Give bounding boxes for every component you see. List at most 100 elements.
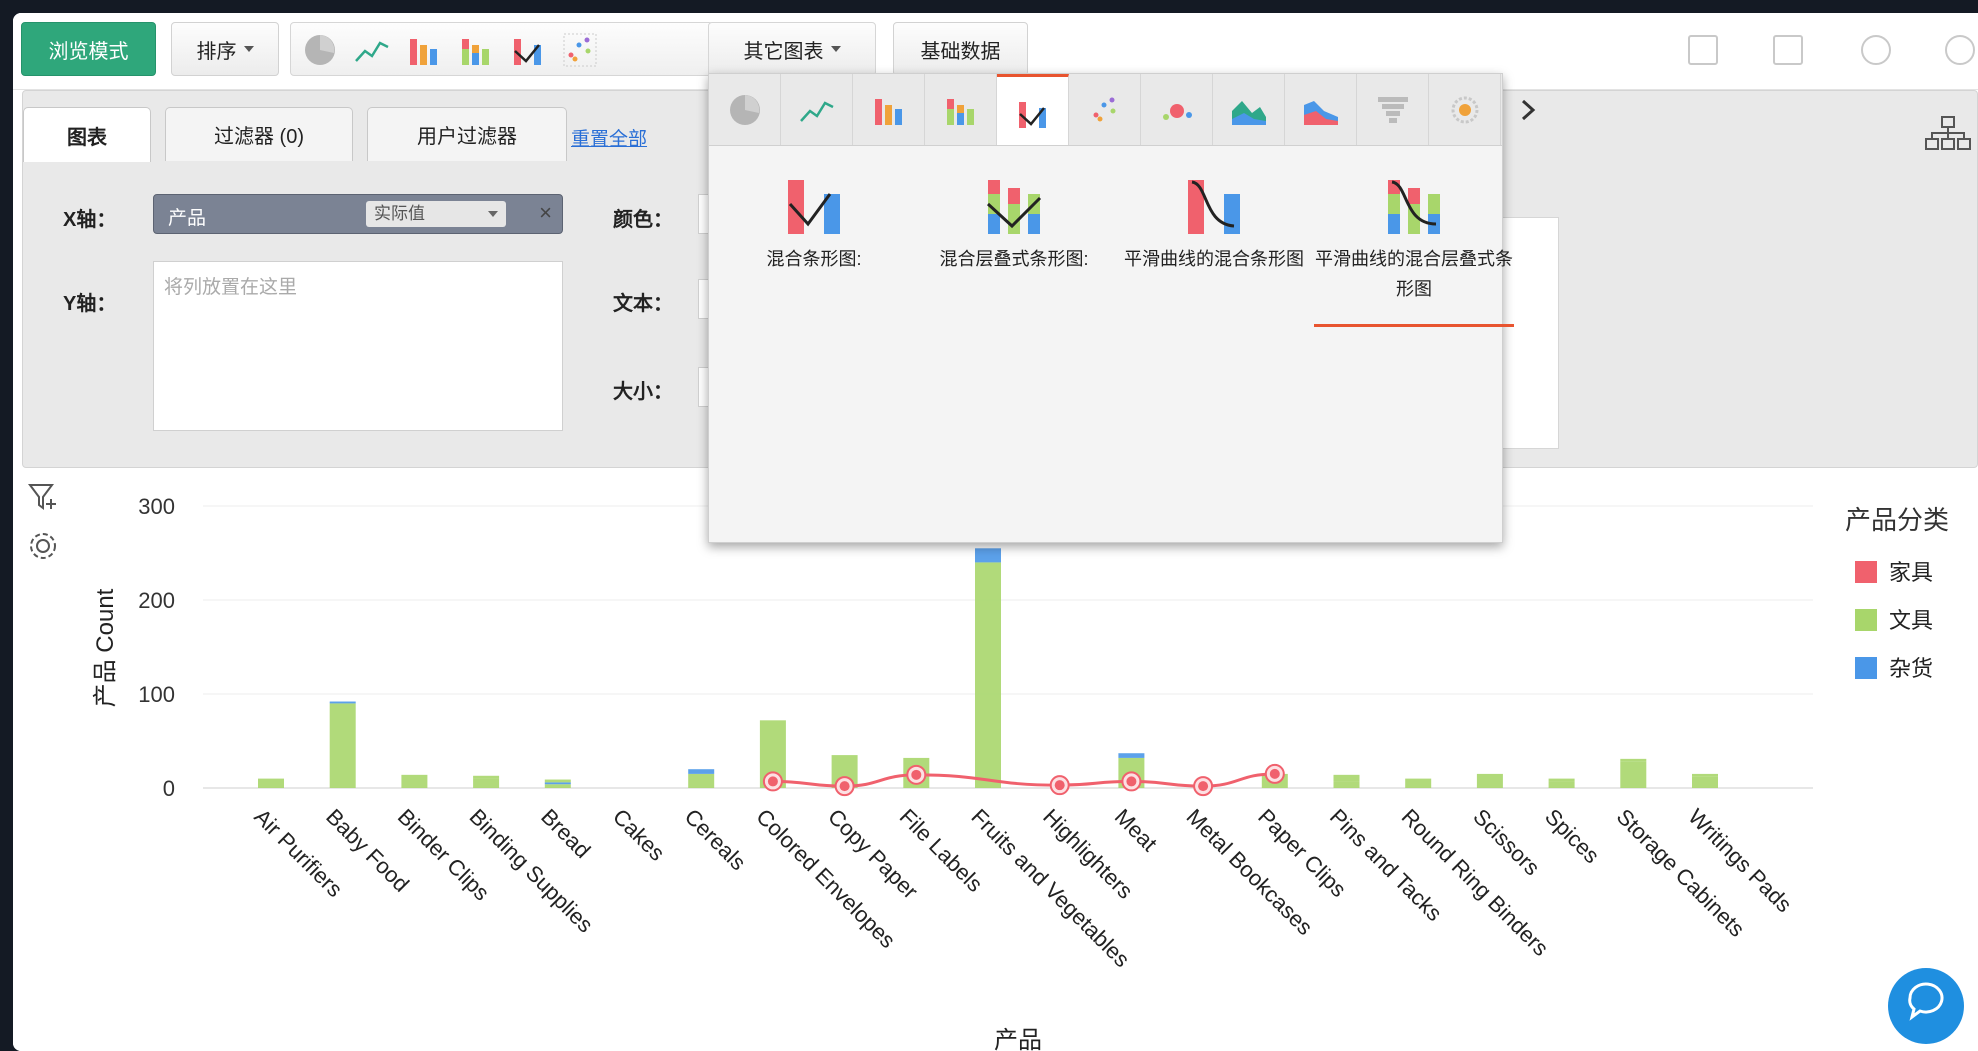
line-point <box>767 776 778 787</box>
hierarchy-icon[interactable] <box>1923 113 1973 153</box>
x-tick-label: Cereals <box>680 804 751 875</box>
tab-filters[interactable]: 过滤器 (0) <box>165 107 353 161</box>
color-label: 颜色： <box>613 209 673 231</box>
chevron-right-icon <box>1521 99 1536 121</box>
bar <box>975 548 1001 563</box>
tab-bar-chart[interactable] <box>853 74 925 145</box>
tab-bubble-chart[interactable] <box>1141 74 1213 145</box>
bar <box>1620 758 1647 762</box>
reset-all-link[interactable]: 重置全部 <box>571 124 647 151</box>
chart-option-label: 混合层叠式条形图: <box>939 249 1089 269</box>
settings-icon[interactable] <box>1945 35 1975 65</box>
browse-mode-button[interactable]: 浏览模式 <box>21 22 156 76</box>
tab-area-chart[interactable] <box>1213 74 1285 145</box>
share-icon[interactable] <box>1861 35 1891 65</box>
chart-option-mixed-bar[interactable]: 混合条形图: <box>714 174 914 324</box>
tab-funnel-chart[interactable] <box>1357 74 1429 145</box>
bar <box>473 775 500 779</box>
close-icon[interactable]: × <box>539 200 552 226</box>
bar <box>1620 761 1647 788</box>
legend-item-stationery[interactable]: 文具 <box>1855 603 1933 635</box>
chevron-down-icon <box>830 46 841 52</box>
bar <box>1692 776 1718 788</box>
bar <box>473 778 500 788</box>
legend-label: 文具 <box>1889 608 1934 633</box>
text-label: 文本： <box>613 293 673 315</box>
bar <box>688 769 715 774</box>
chat-help-button[interactable] <box>1888 968 1964 1044</box>
stacked-bar-chart-icon <box>947 99 974 125</box>
legend-swatch <box>1855 657 1877 679</box>
bar <box>1118 753 1145 758</box>
chart-option-label: 平滑曲线的混合层叠式条形图 <box>1315 249 1513 299</box>
mixed-bar-chart-icon <box>788 180 840 234</box>
combo-chart-icon[interactable] <box>509 31 547 69</box>
bar <box>688 773 715 788</box>
y-tick-label: 0 <box>163 776 175 801</box>
x-axis-label: X轴： <box>63 209 117 231</box>
x-tick-label: Colored Envelopes <box>751 804 900 953</box>
tab-combo-chart[interactable] <box>997 74 1069 145</box>
bar <box>258 778 284 788</box>
y-tick-label: 100 <box>138 682 175 707</box>
x-tick-label: Binding Supplies <box>465 804 599 938</box>
tab-radar-chart[interactable] <box>1429 74 1501 145</box>
other-charts-button[interactable]: 其它图表 <box>708 22 876 76</box>
area-chart-icon <box>1232 101 1266 125</box>
x-tick-label: Storage Cabinets <box>1612 804 1750 942</box>
bar <box>1333 781 1360 788</box>
tab-stacked-area-chart[interactable] <box>1285 74 1357 145</box>
aggregation-select[interactable]: 实际值 <box>366 201 506 227</box>
line-point <box>1126 776 1137 787</box>
y-axis-dropzone[interactable]: 将列放置在这里 <box>153 261 563 431</box>
bar <box>1548 781 1575 788</box>
tab-chart[interactable]: 图表 <box>23 107 151 162</box>
other-charts-label: 其它图表 <box>743 40 824 63</box>
legend-item-grocery[interactable]: 杂货 <box>1855 651 1933 683</box>
bar-chart-icon <box>875 99 902 125</box>
legend-swatch <box>1855 561 1877 583</box>
sort-button[interactable]: 排序 <box>171 22 279 76</box>
legend-label: 杂货 <box>1889 656 1934 681</box>
mixed-stacked-bar-chart-icon <box>986 180 1042 234</box>
y-tick-label: 300 <box>138 494 175 519</box>
chart-option-smooth-mixed-stacked-bar[interactable]: 平滑曲线的混合层叠式条形图 <box>1314 174 1514 327</box>
export-icon[interactable] <box>1688 35 1718 65</box>
tab-user-filters[interactable]: 用户过滤器 <box>367 107 567 161</box>
line-point <box>1198 781 1209 792</box>
line-chart-icon <box>800 101 834 122</box>
base-data-button[interactable]: 基础数据 <box>893 22 1028 76</box>
bubble-chart-icon <box>1163 104 1192 120</box>
tab-stacked-bar-chart[interactable] <box>925 74 997 145</box>
pie-chart-icon <box>730 95 760 125</box>
line-point <box>839 781 850 792</box>
fullscreen-icon[interactable] <box>1773 35 1803 65</box>
line-point <box>1269 768 1280 779</box>
bar <box>975 562 1001 788</box>
bar <box>544 782 571 785</box>
tab-pie-chart[interactable] <box>709 74 781 145</box>
y-axis-title: 产品 Count <box>92 588 119 707</box>
stacked-bar-chart-icon[interactable] <box>457 31 495 69</box>
tab-line-chart[interactable] <box>781 74 853 145</box>
tab-scatter-chart[interactable] <box>1069 74 1141 145</box>
legend-title: 产品分类 <box>1845 505 1950 535</box>
x-axis-field-pill[interactable]: 产品 实际值 × <box>153 194 563 234</box>
smooth-mixed-stacked-bar-chart-icon <box>1388 180 1440 234</box>
y-tick-label: 200 <box>138 588 175 613</box>
bar <box>1692 773 1718 777</box>
bar-chart-icon[interactable] <box>405 31 443 69</box>
chart-type-dropdown: 混合条形图: 混合层叠式条形图: 平滑曲线的混合条形图 平滑曲线的混合层叠式条形… <box>708 73 1536 543</box>
pie-chart-icon[interactable] <box>301 31 339 69</box>
x-tick-label: Meat <box>1110 804 1162 856</box>
chart-option-smooth-mixed-bar[interactable]: 平滑曲线的混合条形图 <box>1114 174 1314 324</box>
x-tick-label: Spices <box>1540 804 1604 868</box>
legend-item-furniture[interactable]: 家具 <box>1855 555 1933 587</box>
chart-option-mixed-stacked-bar[interactable]: 混合层叠式条形图: <box>914 174 1114 324</box>
legend-swatch <box>1855 609 1877 631</box>
tab-scroll-next[interactable] <box>1501 74 1557 145</box>
line-chart-icon[interactable] <box>353 31 391 69</box>
smooth-mixed-bar-chart-icon <box>1188 180 1240 234</box>
scatter-chart-icon[interactable] <box>561 31 599 69</box>
x-field-name: 产品 <box>168 208 207 229</box>
